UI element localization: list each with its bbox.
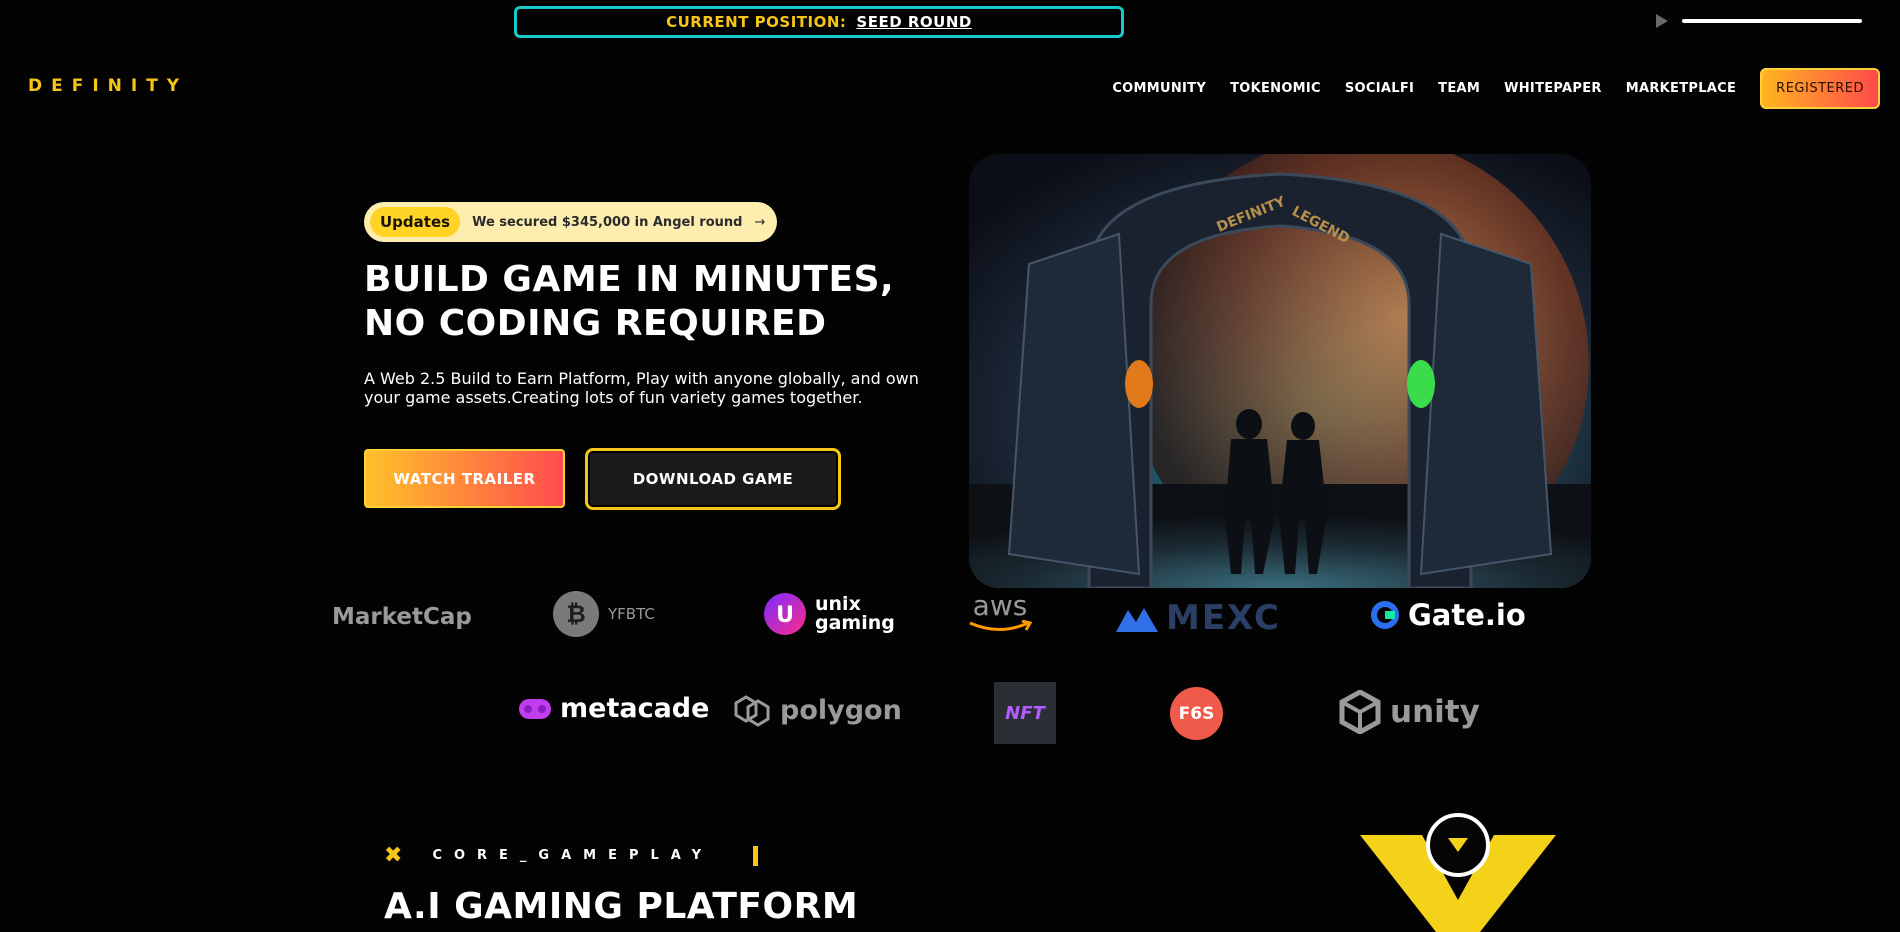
- current-position-banner[interactable]: CURRENT POSITION: SEED ROUND: [514, 6, 1124, 38]
- partner-polygon[interactable]: polygon: [732, 693, 902, 727]
- gate-logo-icon: [1371, 601, 1399, 629]
- f6s-logo-icon: F6S: [1170, 687, 1223, 740]
- nav-whitepaper[interactable]: WHITEPAPER: [1504, 81, 1602, 96]
- gate-illustration: DEFINITY LEGEND: [969, 154, 1591, 588]
- hero-subtitle: A Web 2.5 Build to Earn Platform, Play w…: [364, 369, 919, 407]
- hero-title-line2: NO CODING REQUIRED: [364, 303, 827, 344]
- update-tag: Updates: [370, 207, 461, 237]
- nav-community[interactable]: COMMUNITY: [1112, 81, 1206, 96]
- cursor-bar: [753, 845, 759, 866]
- nav-marketplace[interactable]: MARKETPLACE: [1626, 81, 1736, 96]
- partner-f6s[interactable]: F6S: [1170, 687, 1223, 740]
- hero-artwork: DEFINITY LEGEND: [969, 154, 1591, 588]
- core-gameplay-label: ✖ CORE_GAMEPLAY: [384, 843, 759, 868]
- hero-title-line1: BUILD GAME IN MINUTES,: [364, 259, 895, 300]
- partner-mexc[interactable]: MEXC: [1116, 598, 1281, 638]
- polygon-logo-icon: [734, 695, 770, 727]
- position-value-link[interactable]: SEED ROUND: [856, 13, 971, 31]
- partner-nft-calendar[interactable]: NFT: [994, 682, 1056, 744]
- v-emblem-scroll-icon[interactable]: [1360, 790, 1556, 932]
- update-text: We secured $345,000 in Angel round: [472, 214, 743, 230]
- partner-unix-gaming[interactable]: U unix gaming: [763, 592, 895, 636]
- watch-trailer-button[interactable]: WATCH TRAILER: [364, 449, 565, 508]
- nav-tokenomic[interactable]: TOKENOMIC: [1230, 81, 1321, 96]
- partner-aws[interactable]: aws: [966, 592, 1034, 634]
- gameplay-title: A.I GAMING PLATFORM: [384, 886, 859, 927]
- svg-text:₿: ₿: [566, 600, 586, 628]
- download-game-button[interactable]: DOWNLOAD GAME: [585, 448, 841, 510]
- hero-title: BUILD GAME IN MINUTES, NO CODING REQUIRE…: [364, 258, 984, 346]
- nav-socialfi[interactable]: SOCIALFI: [1345, 81, 1414, 96]
- partner-unity[interactable]: unity: [1338, 690, 1480, 734]
- main-nav: COMMUNITY TOKENOMIC SOCIALFI TEAM WHITEP…: [1112, 68, 1880, 109]
- arrow-right-icon: →: [754, 214, 766, 230]
- registered-button[interactable]: REGISTERED: [1760, 68, 1880, 109]
- aws-smile-icon: [969, 620, 1033, 631]
- audio-player: [1656, 14, 1862, 28]
- unix-logo-icon: U: [764, 593, 806, 635]
- partner-coinmarketcap[interactable]: MarketCap: [332, 604, 472, 630]
- mexc-logo-icon: [1116, 608, 1158, 632]
- audio-progress-bar[interactable]: [1682, 19, 1862, 23]
- unity-logo-icon: [1339, 690, 1381, 734]
- partner-gate-io[interactable]: Gate.io: [1370, 598, 1526, 632]
- core-gameplay-text: CORE_GAMEPLAY: [432, 848, 714, 863]
- nav-team[interactable]: TEAM: [1438, 81, 1480, 96]
- site-logo[interactable]: DEFINITY: [28, 76, 188, 96]
- partner-metacade[interactable]: metacade: [518, 693, 709, 724]
- gamepad-icon: [519, 698, 551, 719]
- close-x-icon: ✖: [384, 843, 403, 868]
- nft-calendar-logo-icon: NFT: [994, 682, 1056, 744]
- partner-yfbtc[interactable]: ₿ YFBTC: [552, 590, 655, 638]
- update-announcement[interactable]: Updates We secured $345,000 in Angel rou…: [364, 202, 778, 242]
- play-icon[interactable]: [1656, 14, 1668, 28]
- svg-text:U: U: [776, 603, 794, 628]
- position-label: CURRENT POSITION:: [666, 13, 847, 31]
- bitcoin-icon: ₿: [553, 591, 599, 637]
